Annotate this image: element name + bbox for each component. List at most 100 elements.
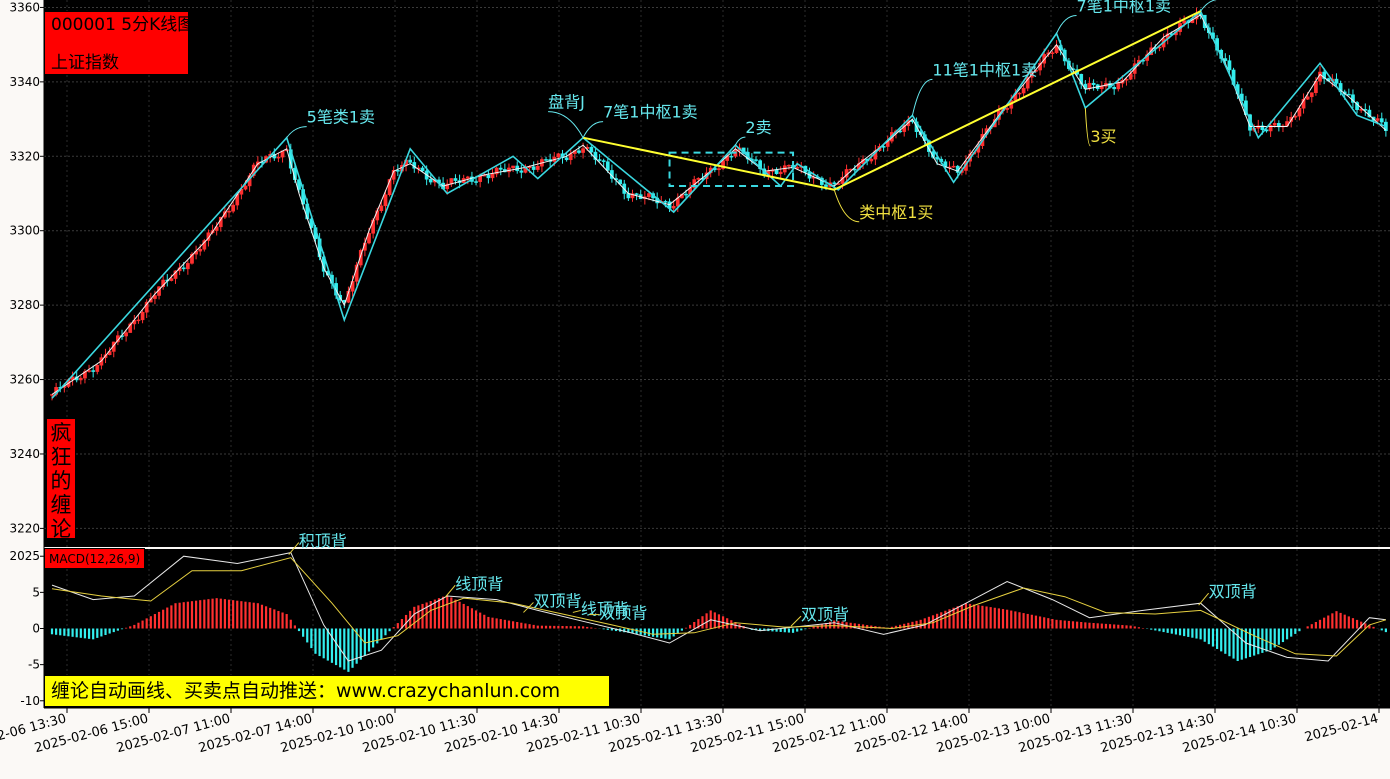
candle-body: [227, 210, 231, 213]
macd-indicator-label: MACD(12,26,9): [44, 548, 145, 569]
candle-body: [605, 161, 610, 171]
candle-body: [1309, 92, 1314, 98]
macd-signal-label: 双顶背: [801, 605, 849, 624]
candle-body: [832, 182, 837, 185]
candle-body: [774, 169, 779, 174]
candle-body: [408, 159, 413, 163]
candle-body: [169, 278, 174, 281]
macd-signal-label: 双顶背: [533, 591, 581, 610]
candle-body: [634, 193, 639, 195]
y-tick-label: 3340: [9, 75, 40, 89]
y-tick-label: 3360: [9, 0, 40, 14]
candle-body: [1005, 108, 1009, 110]
candle-body: [453, 178, 458, 181]
candle-body: [1017, 92, 1022, 95]
candle-body: [729, 155, 734, 158]
annotation-label: 11笔1中枢1卖: [932, 60, 1037, 79]
candle-body: [276, 156, 281, 159]
annotation-label: 5笔类1卖: [307, 108, 375, 127]
candle-body: [564, 157, 569, 161]
annotation-label: 3买: [1090, 127, 1116, 146]
candle-body: [136, 319, 141, 322]
candle-body: [186, 263, 190, 270]
candle-body: [1116, 83, 1121, 90]
x-tick-label: 2025-02-14: [1303, 711, 1380, 745]
candle-body: [50, 394, 54, 396]
candle-body: [95, 365, 100, 372]
candle-body: [869, 158, 874, 162]
candle-body: [78, 377, 83, 381]
candle-body: [140, 312, 145, 321]
candle-body: [577, 150, 581, 153]
index-name: 上证指数: [51, 53, 119, 73]
candle-body: [852, 168, 857, 171]
candle-body: [1305, 96, 1310, 100]
candle-body: [663, 201, 668, 203]
macd-y-tick-label: 0: [32, 622, 40, 636]
y-tick-label: 3320: [9, 149, 40, 163]
candle-body: [1334, 78, 1339, 84]
macd-signal-label: 线顶背: [455, 574, 503, 593]
candle-body: [1379, 118, 1384, 123]
candle-body: [1050, 52, 1055, 54]
candle-body: [754, 159, 758, 161]
chart-stage: 3220 3240 3260 3280 3300 3320 3340 3360 2025-02-…: [0, 0, 1390, 775]
candle-body: [395, 170, 400, 172]
macd-y-tick-label: -10: [20, 694, 40, 708]
candle-body: [1112, 86, 1117, 90]
candle-body: [589, 147, 594, 153]
candle-body: [181, 267, 186, 270]
annotation-label: 7笔1中枢1卖: [603, 103, 698, 122]
candle-body: [717, 168, 721, 171]
candle-body: [519, 170, 524, 173]
candle-body: [684, 193, 688, 196]
annotation-label: 7笔1中枢1卖: [1077, 0, 1172, 15]
candle-body: [1227, 60, 1232, 71]
chart-title: 000001 5分K线图: [51, 15, 195, 35]
candle-body: [531, 166, 536, 170]
annotation-label: 盘背J: [548, 93, 585, 112]
candle-body: [428, 178, 433, 183]
candle-body: [1375, 118, 1380, 121]
y-tick-label: 3220: [9, 521, 40, 535]
candle-body: [1124, 79, 1129, 81]
candle-body: [87, 370, 91, 372]
candle-body: [1021, 87, 1026, 94]
macd-signal-label: 双顶背: [599, 604, 647, 623]
candle-body: [124, 332, 128, 337]
y-tick-label: 3280: [9, 298, 40, 312]
candle-body: [696, 178, 701, 180]
candle-body: [1346, 93, 1351, 96]
candle-body: [556, 153, 561, 158]
candle-body: [647, 193, 651, 198]
candle-body: [243, 185, 248, 190]
annotation-label: 2卖: [745, 118, 771, 137]
candle-body: [1272, 123, 1277, 126]
candle-body: [544, 159, 548, 161]
candle-body: [490, 173, 495, 179]
side-label: 疯狂的缠论: [46, 418, 76, 541]
candle-body: [535, 165, 540, 170]
annotation-label: 类中枢1买: [859, 203, 933, 222]
kline-chart: 3220 3240 3260 3280 3300 3320 3340 3360 2025-02-…: [0, 0, 1390, 756]
y-tick-label: 3240: [9, 447, 40, 461]
candle-body: [198, 249, 203, 252]
promo-banner: 缠论自动画线、买卖点自动推送：www.crazychanlun.com: [44, 675, 610, 707]
candle-body: [498, 167, 503, 170]
candle-body: [383, 194, 388, 207]
macd-y-tick-label: 2025: [9, 549, 40, 563]
candle-body: [379, 205, 384, 211]
candle-body: [420, 167, 425, 172]
candle-body: [597, 159, 602, 161]
candle-body: [465, 176, 470, 179]
candle-body: [1293, 115, 1298, 118]
y-tick-label: 3260: [9, 373, 40, 387]
side-label-text: 疯狂的缠论: [50, 421, 72, 541]
candle-body: [486, 174, 491, 179]
candle-body: [1091, 82, 1096, 85]
macd-signal-label: 双顶背: [1209, 582, 1257, 601]
candle-body: [601, 160, 606, 162]
candle-body: [581, 148, 585, 153]
candle-body: [1182, 20, 1187, 24]
chart-title-box: 000001 5分K线图 上证指数: [44, 11, 195, 75]
